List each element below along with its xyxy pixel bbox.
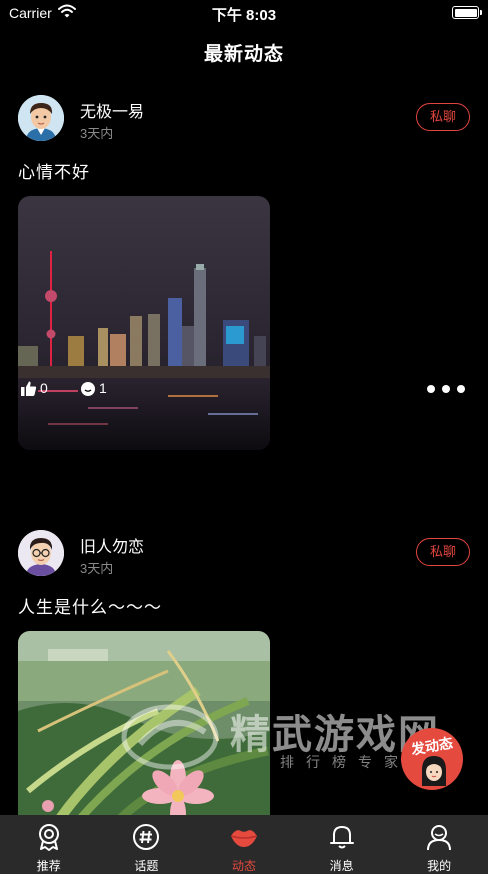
tab-topics[interactable]: 话题: [98, 815, 196, 874]
post-text: 心情不好: [18, 163, 90, 182]
lips-icon: [230, 830, 258, 847]
comment-count: 1: [99, 380, 107, 396]
post-actions: 0 1: [0, 380, 488, 402]
tab-feed[interactable]: 动态: [195, 815, 293, 874]
username[interactable]: 旧人勿恋: [80, 533, 144, 557]
post-time: 3天内: [80, 561, 114, 576]
private-chat-button[interactable]: 私聊: [416, 103, 470, 131]
post-card: 无极一易 3天内 私聊 心情不好 0 1: [0, 95, 488, 450]
person-icon: [427, 825, 452, 851]
tab-label: 话题: [134, 859, 159, 873]
post-image[interactable]: [18, 631, 270, 821]
tab-label: 动态: [231, 859, 256, 873]
status-time: 下午 8:03: [211, 7, 277, 24]
avatar[interactable]: [18, 95, 64, 141]
battery-icon: [452, 6, 482, 19]
comment-icon[interactable]: [80, 381, 96, 397]
post-time: 3天内: [80, 126, 114, 141]
more-icon[interactable]: [426, 384, 466, 394]
tab-profile[interactable]: 我的: [390, 815, 488, 874]
tab-messages[interactable]: 消息: [293, 815, 391, 874]
hashtag-icon: [133, 824, 160, 850]
badge-icon: [38, 824, 59, 851]
post-dynamic-button[interactable]: 发动态: [401, 728, 463, 790]
tab-label: 推荐: [36, 859, 61, 873]
post-image[interactable]: [18, 196, 270, 450]
status-bar: Carrier 下午 8:03: [0, 0, 488, 26]
private-chat-button[interactable]: 私聊: [416, 538, 470, 566]
bell-icon: [329, 826, 354, 849]
tab-bar: 推荐 话题 动态 消息 我的: [0, 815, 488, 874]
avatar[interactable]: [18, 530, 64, 576]
post-text: 人生是什么～～～: [18, 598, 162, 617]
username[interactable]: 无极一易: [80, 98, 144, 122]
tab-recommend[interactable]: 推荐: [0, 815, 98, 874]
girl-face-icon: [422, 756, 446, 786]
thumbs-up-icon[interactable]: [20, 380, 37, 397]
tab-label: 我的: [427, 859, 452, 873]
tab-label: 消息: [329, 859, 354, 873]
page-title: 最新动态: [203, 44, 284, 65]
like-count: 0: [40, 380, 48, 396]
